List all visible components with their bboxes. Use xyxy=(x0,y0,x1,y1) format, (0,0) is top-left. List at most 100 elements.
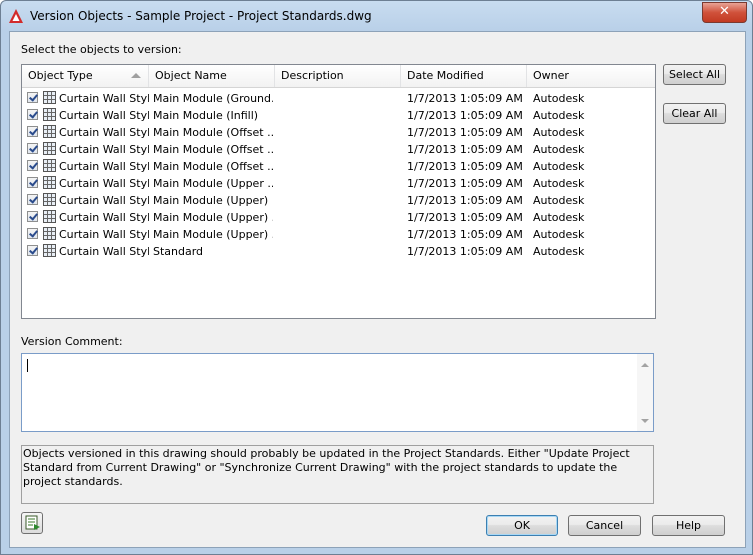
cell-date-modified: 1/7/2013 1:05:09 AM xyxy=(407,194,523,207)
curtain-wall-style-icon xyxy=(43,244,56,257)
cell-description xyxy=(281,192,399,209)
curtain-wall-style-icon xyxy=(43,227,56,240)
row-checkbox[interactable] xyxy=(27,245,38,256)
sort-ascending-icon xyxy=(131,73,141,78)
cell-owner: Autodesk xyxy=(533,160,585,173)
list-header: Object Type Object Name Description Date… xyxy=(22,65,655,88)
cell-object-name: Main Module (Upper) ... xyxy=(153,228,273,241)
table-row[interactable]: Curtain Wall Style Standard 1/7/2013 1:05:… xyxy=(22,243,655,260)
properties-icon xyxy=(25,515,40,530)
cell-object-type: Curtain Wall Style xyxy=(59,211,149,224)
column-label: Date Modified xyxy=(407,69,484,82)
row-checkbox[interactable] xyxy=(27,126,38,137)
table-row[interactable]: Curtain Wall Style Main Module (Infill) 1/… xyxy=(22,107,655,124)
cell-description xyxy=(281,107,399,124)
scroll-down-arrow-icon[interactable] xyxy=(641,419,649,423)
cell-date-modified: 1/7/2013 1:05:09 AM xyxy=(407,109,523,122)
cell-description xyxy=(281,124,399,141)
row-checkbox[interactable] xyxy=(27,109,38,120)
cell-object-type: Curtain Wall Style xyxy=(59,245,149,258)
row-checkbox[interactable] xyxy=(27,228,38,239)
row-checkbox[interactable] xyxy=(27,92,38,103)
cell-object-name: Main Module (Ground… xyxy=(153,92,273,105)
row-checkbox[interactable] xyxy=(27,177,38,188)
clear-all-button[interactable]: Clear All xyxy=(663,103,726,124)
cell-date-modified: 1/7/2013 1:05:09 AM xyxy=(407,228,523,241)
table-row[interactable]: Curtain Wall Style Main Module (Offset ..… xyxy=(22,158,655,175)
cell-owner: Autodesk xyxy=(533,126,585,139)
close-button[interactable]: ✕ xyxy=(702,2,747,23)
cell-owner: Autodesk xyxy=(533,194,585,207)
column-label: Object Name xyxy=(155,69,227,82)
cell-owner: Autodesk xyxy=(533,177,585,190)
select-all-button[interactable]: Select All xyxy=(663,64,726,85)
table-row[interactable]: Curtain Wall Style Main Module (Upper ...… xyxy=(22,175,655,192)
cell-date-modified: 1/7/2013 1:05:09 AM xyxy=(407,177,523,190)
cell-object-type: Curtain Wall Style xyxy=(59,228,149,241)
cell-owner: Autodesk xyxy=(533,109,585,122)
info-message: Objects versioned in this drawing should… xyxy=(21,445,654,504)
cancel-button[interactable]: Cancel xyxy=(568,515,641,536)
column-label: Owner xyxy=(533,69,569,82)
cell-object-name: Main Module (Offset ... xyxy=(153,143,273,156)
cell-date-modified: 1/7/2013 1:05:09 AM xyxy=(407,92,523,105)
cell-owner: Autodesk xyxy=(533,211,585,224)
scroll-up-arrow-icon[interactable] xyxy=(641,363,649,367)
cell-description xyxy=(281,243,399,260)
cell-object-name: Main Module (Upper) xyxy=(153,194,269,207)
cell-date-modified: 1/7/2013 1:05:09 AM xyxy=(407,143,523,156)
cell-object-type: Curtain Wall Style xyxy=(59,126,149,139)
help-button[interactable]: Help xyxy=(652,515,725,536)
cell-description xyxy=(281,175,399,192)
cell-description xyxy=(281,209,399,226)
cell-date-modified: 1/7/2013 1:05:09 AM xyxy=(407,160,523,173)
row-checkbox[interactable] xyxy=(27,211,38,222)
row-checkbox[interactable] xyxy=(27,194,38,205)
version-comment-label: Version Comment: xyxy=(21,335,123,348)
table-row[interactable]: Curtain Wall Style Main Module (Offset ..… xyxy=(22,141,655,158)
cell-owner: Autodesk xyxy=(533,143,585,156)
properties-button[interactable] xyxy=(21,512,43,534)
column-header-description[interactable]: Description xyxy=(275,65,401,87)
cell-object-name: Main Module (Upper ... xyxy=(153,177,273,190)
comment-scrollbar[interactable] xyxy=(637,354,653,431)
objects-list[interactable]: Object Type Object Name Description Date… xyxy=(21,64,656,319)
ok-button[interactable]: OK xyxy=(486,515,558,536)
table-row[interactable]: Curtain Wall Style Main Module (Upper) 1/7… xyxy=(22,192,655,209)
cell-object-name: Main Module (Offset ... xyxy=(153,126,273,139)
table-row[interactable]: Curtain Wall Style Main Module (Ground… 1/… xyxy=(22,90,655,107)
row-checkbox[interactable] xyxy=(27,143,38,154)
select-objects-label: Select the objects to version: xyxy=(21,43,182,56)
table-row[interactable]: Curtain Wall Style Main Module (Upper) ..… xyxy=(22,209,655,226)
curtain-wall-style-icon xyxy=(43,176,56,189)
curtain-wall-style-icon xyxy=(43,125,56,138)
column-header-date-modified[interactable]: Date Modified xyxy=(401,65,527,87)
cell-object-name: Main Module (Upper) ... xyxy=(153,211,273,224)
cell-object-type: Curtain Wall Style xyxy=(59,143,149,156)
cell-object-type: Curtain Wall Style xyxy=(59,109,149,122)
table-row[interactable]: Curtain Wall Style Main Module (Offset ..… xyxy=(22,124,655,141)
column-label: Description xyxy=(281,69,344,82)
curtain-wall-style-icon xyxy=(43,142,56,155)
title-bar[interactable]: Version Objects - Sample Project - Proje… xyxy=(1,1,752,31)
row-checkbox[interactable] xyxy=(27,160,38,171)
cell-owner: Autodesk xyxy=(533,92,585,105)
curtain-wall-style-icon xyxy=(43,210,56,223)
cell-date-modified: 1/7/2013 1:05:09 AM xyxy=(407,245,523,258)
cell-object-name: Standard xyxy=(153,245,204,258)
table-row[interactable]: Curtain Wall Style Main Module (Upper) ..… xyxy=(22,226,655,243)
version-comment-input[interactable] xyxy=(21,353,654,432)
cell-object-type: Curtain Wall Style xyxy=(59,194,149,207)
curtain-wall-style-icon xyxy=(43,159,56,172)
cell-object-type: Curtain Wall Style xyxy=(59,160,149,173)
column-header-object-type[interactable]: Object Type xyxy=(22,65,149,87)
column-header-owner[interactable]: Owner xyxy=(527,65,655,87)
cell-owner: Autodesk xyxy=(533,228,585,241)
column-header-object-name[interactable]: Object Name xyxy=(149,65,275,87)
column-label: Object Type xyxy=(28,69,93,82)
text-caret xyxy=(27,359,28,372)
window-title: Version Objects - Sample Project - Proje… xyxy=(30,9,372,23)
dialog-client-area: Select the objects to version: Object Ty… xyxy=(9,31,746,548)
cell-object-type: Curtain Wall Style xyxy=(59,92,149,105)
cell-object-name: Main Module (Infill) xyxy=(153,109,259,122)
